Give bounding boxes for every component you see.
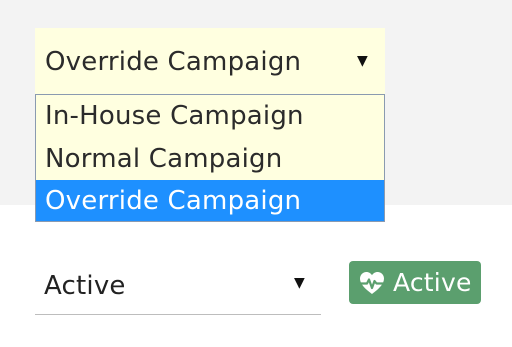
campaign-type-selected-value: Override Campaign: [45, 47, 302, 77]
status-badge-label: Active: [393, 268, 472, 297]
campaign-type-options-list[interactable]: In-House Campaign Normal Campaign Overri…: [35, 94, 385, 222]
status-select[interactable]: Active ▼: [35, 258, 321, 315]
campaign-type-select[interactable]: Override Campaign ▼: [35, 28, 385, 94]
status-selected-value: Active: [44, 271, 126, 301]
option-override-campaign[interactable]: Override Campaign: [36, 180, 384, 221]
heart-pulse-icon: [359, 271, 385, 294]
dropdown-arrow-icon: ▼: [357, 53, 368, 69]
option-in-house-campaign[interactable]: In-House Campaign: [36, 95, 384, 137]
status-badge: Active: [349, 261, 481, 304]
option-normal-campaign[interactable]: Normal Campaign: [36, 138, 384, 180]
dropdown-arrow-icon: ▼: [294, 275, 305, 291]
